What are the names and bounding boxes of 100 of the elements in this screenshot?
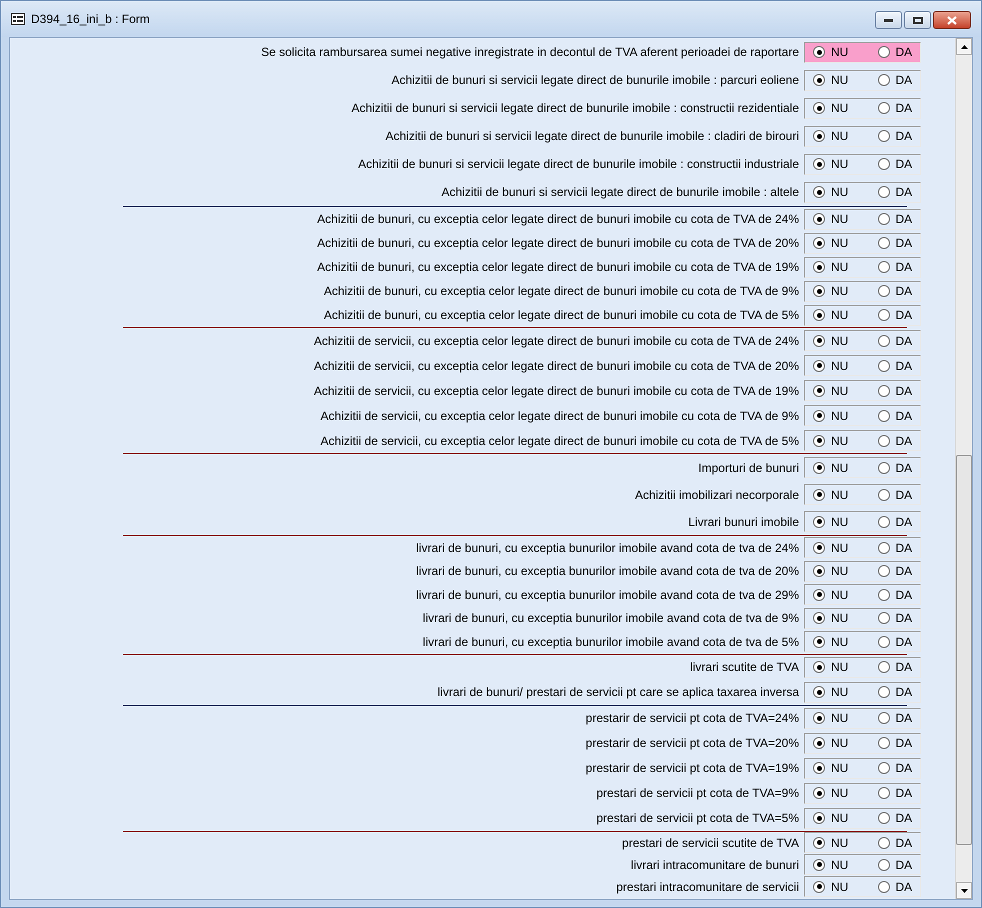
question-label: Achizitii de bunuri, cu exceptia celor legate direct de bunuri imobile cu cota de TVA de 19% <box>317 259 799 276</box>
radio-option[interactable]: NU <box>813 834 856 852</box>
radio-option[interactable]: DA <box>878 71 920 89</box>
radio-option[interactable]: DA <box>878 809 920 827</box>
radio-option[interactable]: DA <box>878 127 920 145</box>
scroll-down-button[interactable] <box>956 882 972 899</box>
radio-option[interactable]: NU <box>813 709 856 727</box>
radio-option[interactable]: DA <box>878 486 920 504</box>
question-label: Achizitii de servicii, cu exceptia celor legate direct de bunuri imobile cu cota de TVA de 24% <box>314 332 799 350</box>
radio-option[interactable]: NU <box>813 486 856 504</box>
question-label: Se solicita rambursarea sumei negative inregistrate in decontul de TVA aferent perioadei de raportare <box>261 44 799 61</box>
radio-option[interactable]: NU <box>813 856 856 874</box>
question-label: livrari de bunuri/ prestari de servicii pt care se aplica taxarea inversa <box>438 684 799 701</box>
radio-option[interactable]: NU <box>813 683 856 701</box>
radio-option[interactable]: NU <box>813 458 856 476</box>
question-label: Achizitii de bunuri, cu exceptia celor legate direct de bunuri imobile cu cota de TVA de 9% <box>324 283 799 300</box>
radio-option[interactable]: NU <box>813 99 856 117</box>
radio-option[interactable]: NU <box>813 183 856 201</box>
radio-option[interactable]: NU <box>813 155 856 173</box>
radio-option[interactable]: DA <box>878 306 920 324</box>
radio-option[interactable]: DA <box>878 512 920 530</box>
restore-button[interactable] <box>904 11 931 29</box>
radio-option[interactable]: DA <box>878 382 920 400</box>
radio-option[interactable]: NU <box>813 306 856 324</box>
question-label: Achizitii de bunuri si servicii legate direct de bunurile imobile : constructii rezidentiale <box>351 100 799 117</box>
question-label: prestari de servicii pt cota de TVA=5% <box>596 810 799 827</box>
question-label: Achizitii de servicii, cu exceptia celor legate direct de bunuri imobile cu cota de TVA de 5% <box>320 432 799 450</box>
question-label: prestarir de servicii pt cota de TVA=24% <box>586 710 799 727</box>
radio-option[interactable]: NU <box>813 71 856 89</box>
radio-option[interactable]: DA <box>878 562 920 580</box>
radio-option[interactable]: DA <box>878 538 920 557</box>
radio-option[interactable]: DA <box>878 878 920 896</box>
question-label: Achizitii de bunuri, cu exceptia celor legate direct de bunuri imobile cu cota de TVA de 5% <box>324 307 799 324</box>
radio-option[interactable]: DA <box>878 586 920 604</box>
radio-option[interactable]: DA <box>878 210 920 228</box>
radio-option[interactable]: DA <box>878 234 920 252</box>
radio-option[interactable]: NU <box>813 658 856 676</box>
question-label: Livrari bunuri imobile <box>688 514 799 530</box>
radio-option[interactable]: NU <box>813 282 856 300</box>
question-label: prestarir de servicii pt cota de TVA=19% <box>586 760 799 777</box>
question-label: Achizitii de servicii, cu exceptia celor legate direct de bunuri imobile cu cota de TVA de 19% <box>314 382 799 400</box>
scroll-up-button[interactable] <box>956 38 972 55</box>
radio-option[interactable]: NU <box>813 512 856 530</box>
radio-option[interactable]: DA <box>878 282 920 300</box>
minimize-button[interactable] <box>875 11 902 29</box>
radio-option[interactable]: NU <box>813 382 856 400</box>
radio-option[interactable]: DA <box>878 99 920 117</box>
radio-option[interactable]: NU <box>813 432 856 450</box>
question-label: Achizitii de servicii, cu exceptia celor legate direct de bunuri imobile cu cota de TVA de 20% <box>314 358 799 374</box>
radio-option[interactable]: NU <box>813 759 856 777</box>
radio-option[interactable]: NU <box>813 127 856 145</box>
radio-option[interactable]: NU <box>813 356 856 374</box>
radio-option[interactable]: NU <box>813 586 856 604</box>
question-label: Achizitii de bunuri si servicii legate direct de bunurile imobile : parcuri eoliene <box>391 72 799 89</box>
radio-option[interactable]: NU <box>813 809 856 827</box>
radio-option[interactable]: NU <box>813 784 856 802</box>
question-label: prestarir de servicii pt cota de TVA=20% <box>586 735 799 752</box>
question-label: livrari scutite de TVA <box>690 659 799 676</box>
radio-option[interactable]: DA <box>878 356 920 374</box>
radio-option[interactable]: NU <box>813 210 856 228</box>
question-label: livrari de bunuri, cu exceptia bunurilor imobile avand cota de tva de 20% <box>416 563 799 580</box>
radio-option[interactable]: NU <box>813 562 856 580</box>
question-label: livrari de bunuri, cu exceptia bunurilor imobile avand cota de tva de 24% <box>416 540 799 557</box>
radio-option[interactable]: DA <box>878 258 920 276</box>
radio-option[interactable]: DA <box>878 43 920 61</box>
scroll-thumb[interactable] <box>956 455 972 845</box>
radio-option[interactable]: NU <box>813 538 856 557</box>
radio-option[interactable]: NU <box>813 734 856 752</box>
radio-option[interactable]: NU <box>813 332 856 350</box>
question-label: Achizitii de bunuri si servicii legate direct de bunurile imobile : cladiri de birouri <box>385 128 799 145</box>
radio-option[interactable]: DA <box>878 183 920 201</box>
radio-option[interactable]: DA <box>878 458 920 476</box>
radio-option[interactable]: DA <box>878 609 920 628</box>
radio-option[interactable]: DA <box>878 683 920 701</box>
radio-option[interactable]: NU <box>813 234 856 252</box>
radio-option[interactable]: NU <box>813 43 856 61</box>
radio-option[interactable]: DA <box>878 632 920 651</box>
radio-option[interactable]: DA <box>878 155 920 173</box>
close-button[interactable] <box>933 11 971 29</box>
radio-option[interactable]: DA <box>878 834 920 852</box>
question-label: Achizitii de bunuri, cu exceptia celor legate direct de bunuri imobile cu cota de TVA de 20% <box>317 235 799 252</box>
radio-option[interactable]: DA <box>878 432 920 450</box>
radio-option[interactable]: DA <box>878 709 920 727</box>
radio-option[interactable]: NU <box>813 406 856 424</box>
question-label: Achizitii de bunuri, cu exceptia celor legate direct de bunuri imobile cu cota de TVA de 24% <box>317 211 799 228</box>
radio-option[interactable]: DA <box>878 734 920 752</box>
radio-option[interactable]: DA <box>878 658 920 676</box>
radio-option[interactable]: DA <box>878 856 920 874</box>
close-icon <box>947 16 957 24</box>
radio-option[interactable]: NU <box>813 609 856 628</box>
radio-option[interactable]: DA <box>878 759 920 777</box>
scrollbar[interactable] <box>955 38 972 899</box>
radio-option[interactable]: DA <box>878 406 920 424</box>
radio-option[interactable]: NU <box>813 878 856 896</box>
radio-option[interactable]: NU <box>813 258 856 276</box>
radio-option[interactable]: NU <box>813 632 856 651</box>
question-label: prestari de servicii scutite de TVA <box>622 834 799 852</box>
radio-option[interactable]: DA <box>878 784 920 802</box>
window-title: D394_16_ini_b : Form <box>31 11 150 28</box>
radio-option[interactable]: DA <box>878 332 920 350</box>
